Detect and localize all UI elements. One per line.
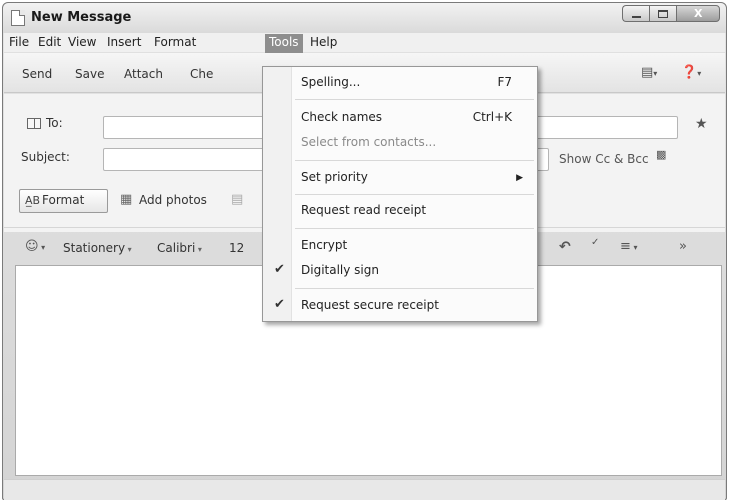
format-label: Format — [42, 193, 85, 207]
close-button[interactable]: X — [676, 5, 720, 22]
layout-icon[interactable]: ▤ — [231, 192, 243, 207]
list-icon[interactable]: ≡ ▾ — [620, 239, 637, 254]
menu-separator — [295, 160, 534, 161]
menu-edit[interactable]: Edit — [34, 35, 65, 52]
save-button[interactable]: Save — [75, 67, 104, 81]
font-label: Calibri — [157, 241, 196, 255]
check-names-button[interactable]: Che — [190, 67, 213, 81]
minimize-icon — [632, 16, 641, 18]
new-message-icon — [11, 10, 25, 26]
menu-insert[interactable]: Insert — [103, 35, 145, 52]
secure-receipt-check-icon: ✔ — [274, 297, 285, 312]
menu-item-digitally-sign[interactable]: Digitally sign — [301, 263, 379, 277]
title-bar[interactable]: New Message X — [3, 3, 726, 33]
send-button[interactable]: Send — [22, 67, 52, 81]
to-label: To: — [46, 116, 63, 130]
menu-help[interactable]: Help — [306, 35, 341, 52]
spelling-shortcut: F7 — [497, 75, 512, 89]
cc-bcc-card-icon[interactable]: ▩ — [656, 148, 666, 161]
attach-button[interactable]: Attach — [124, 67, 163, 81]
menu-item-request-read-receipt[interactable]: Request read receipt — [301, 203, 426, 217]
maximize-button[interactable] — [649, 5, 676, 22]
more-options-icon[interactable]: » — [679, 239, 687, 254]
submenu-arrow-icon: ▶ — [516, 173, 523, 183]
menu-view[interactable]: View — [64, 35, 100, 52]
minimize-button[interactable] — [622, 5, 649, 22]
menu-item-request-secure-receipt[interactable]: Request secure receipt — [301, 298, 439, 312]
stationery-dropdown[interactable]: Stationery ▾ — [63, 241, 132, 255]
menu-tools[interactable]: Tools — [265, 34, 303, 53]
print-preview-icon[interactable]: ▤▾ — [641, 65, 657, 80]
undo-icon[interactable]: ↶ — [559, 239, 571, 255]
menu-file[interactable]: File — [5, 35, 33, 52]
help-icon[interactable]: ❓▾ — [681, 65, 701, 80]
add-photos-icon: ▦ — [120, 192, 133, 207]
close-icon: X — [694, 7, 703, 20]
maximize-icon — [658, 10, 668, 18]
format-icon: A̲B — [25, 194, 41, 207]
menu-format[interactable]: Format — [150, 35, 200, 52]
contact-badge-icon[interactable]: ★ — [695, 116, 708, 132]
menu-separator — [295, 288, 534, 289]
font-size-dropdown[interactable]: 12 — [229, 241, 244, 255]
emoticon-icon[interactable]: ☺ ▾ — [25, 239, 45, 254]
menu-gutter — [263, 67, 292, 321]
menu-separator — [295, 194, 534, 195]
show-cc-bcc-link[interactable]: Show Cc & Bcc — [559, 152, 649, 166]
tools-menu: Spelling... F7 Check names Ctrl+K Select… — [262, 66, 538, 322]
menu-separator — [295, 99, 534, 100]
add-photos-button[interactable]: Add photos — [139, 193, 207, 207]
menu-item-check-names[interactable]: Check names — [301, 110, 382, 124]
window-controls: X — [622, 5, 720, 23]
menu-item-encrypt[interactable]: Encrypt — [301, 238, 347, 252]
window-title: New Message — [31, 10, 132, 25]
menu-item-spelling[interactable]: Spelling... — [301, 75, 360, 89]
font-dropdown[interactable]: Calibri ▾ — [157, 241, 202, 255]
menu-item-set-priority[interactable]: Set priority — [301, 170, 368, 184]
address-book-icon[interactable] — [27, 118, 41, 129]
subject-label: Subject: — [21, 150, 70, 164]
digitally-sign-check-icon: ✔ — [274, 262, 285, 277]
check-names-shortcut: Ctrl+K — [472, 110, 512, 124]
menu-item-select-from-contacts[interactable]: Select from contacts... — [301, 135, 436, 149]
stationery-label: Stationery — [63, 241, 126, 255]
spelling-check-icon[interactable]: ✓ — [591, 237, 599, 248]
menu-bar: File Edit View Insert Format Tools Help — [4, 33, 725, 53]
menu-separator — [295, 228, 534, 229]
status-bar — [4, 479, 725, 500]
